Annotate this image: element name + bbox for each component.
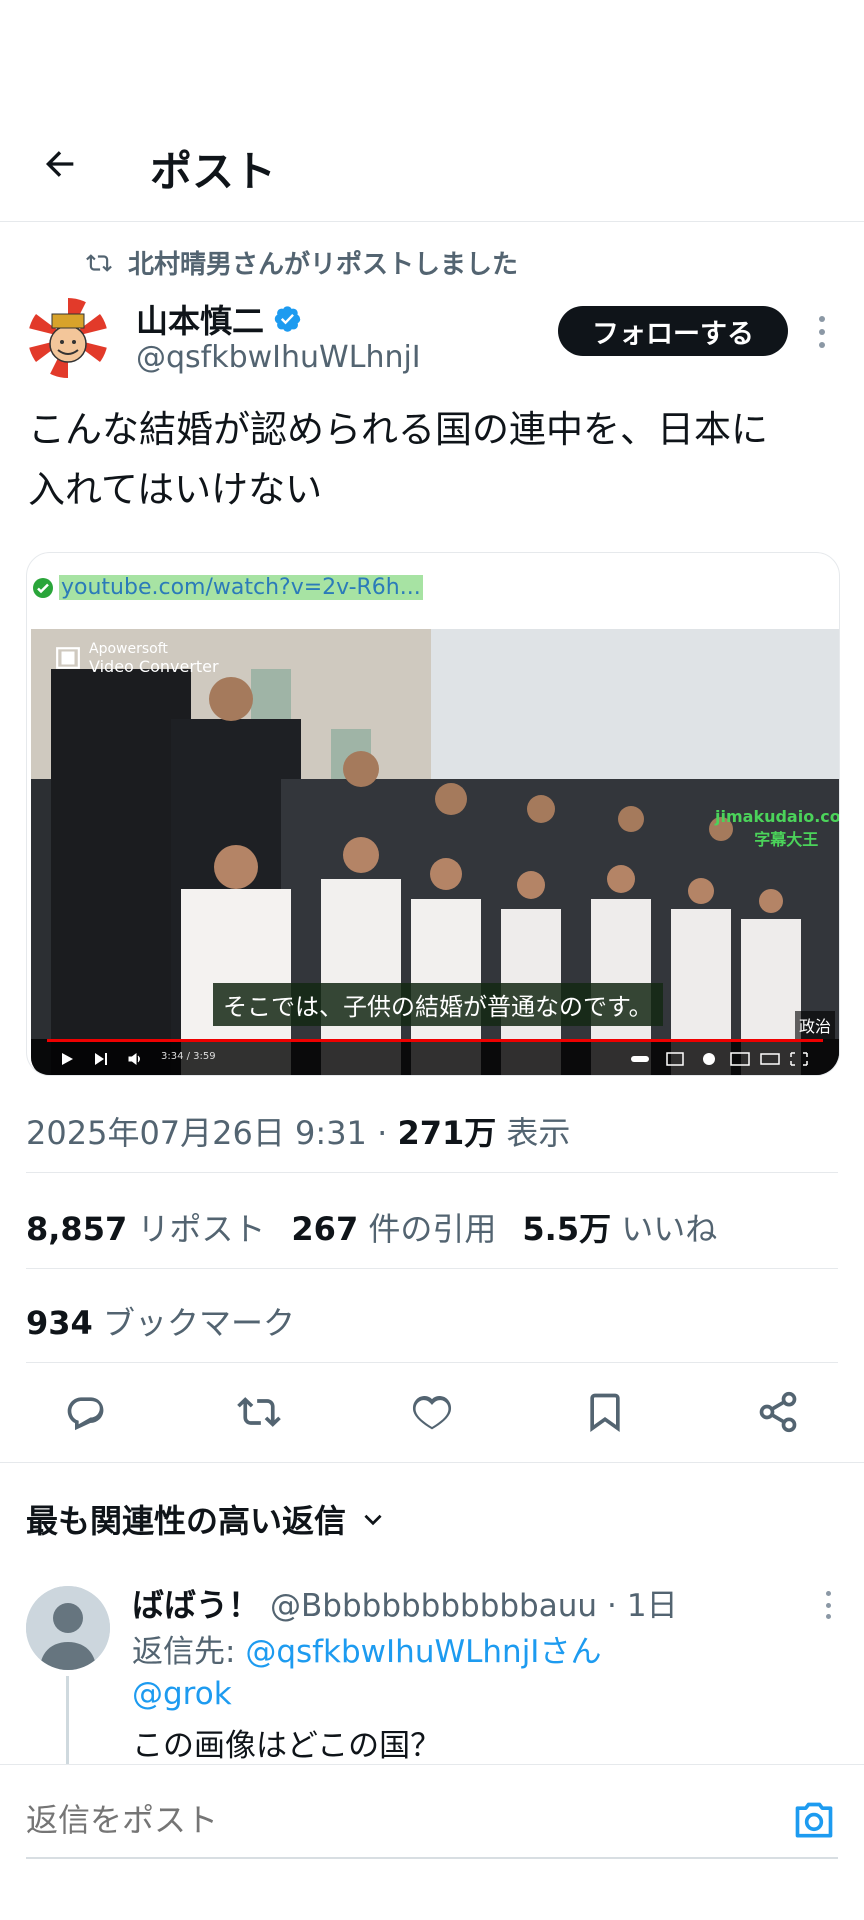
author-handle[interactable]: @qsfkbwIhuWLhnjI: [136, 340, 421, 375]
section-divider: [0, 1462, 864, 1463]
likes-stat[interactable]: 5.5万 いいね: [522, 1204, 717, 1250]
author-name[interactable]: 山本慎二: [136, 296, 302, 342]
reply-icon: [67, 1397, 104, 1431]
quotes-stat[interactable]: 267 件の引用: [291, 1204, 496, 1250]
next-icon[interactable]: [93, 1051, 109, 1067]
watermark-product: Video Converter: [89, 657, 219, 676]
avatar-image: [28, 298, 108, 378]
author-name-text: 山本慎二: [136, 302, 265, 340]
views-label: 表示: [506, 1114, 571, 1152]
post-text: こんな結婚が認められる国の連中を、日本に 入れてはいけない: [28, 400, 838, 520]
watermark-site: jimakudaio.com 字幕大王: [715, 807, 839, 850]
divider: [26, 1268, 838, 1269]
camera-icon: [795, 1802, 833, 1838]
bookmarks-count: 934: [26, 1304, 93, 1342]
reply-to-prefix: 返信先:: [132, 1634, 246, 1670]
like-button[interactable]: [408, 1388, 456, 1436]
back-button[interactable]: [36, 140, 84, 188]
share-icon: [759, 1391, 797, 1433]
likes-label: いいね: [621, 1210, 718, 1248]
bookmarks-label: ブックマーク: [102, 1304, 295, 1342]
reposts-label: リポスト: [137, 1210, 266, 1248]
media-card[interactable]: youtube.com/watch?v=2v-R6h... Apowersoft…: [26, 552, 840, 1076]
reply-author-name[interactable]: ばばう！: [132, 1580, 260, 1626]
verified-badge-icon: [274, 306, 301, 332]
meta-separator: ·: [377, 1114, 388, 1152]
play-icon[interactable]: [59, 1051, 75, 1067]
reposts-stat[interactable]: 8,857 リポスト: [26, 1204, 265, 1250]
divider: [26, 1362, 838, 1363]
reply-button[interactable]: [62, 1388, 110, 1436]
reply-sort-dropdown[interactable]: 最も関連性の高い返信: [26, 1496, 386, 1542]
bookmarks-stat[interactable]: 934 ブックマーク: [26, 1298, 295, 1344]
post-text-line-1: こんな結婚が認められる国の連中を、日本に: [28, 408, 768, 451]
volume-icon[interactable]: [127, 1051, 143, 1067]
watermark-brand: Apowersoft: [89, 641, 168, 657]
thread-line: [66, 1676, 69, 1766]
video-thumbnail[interactable]: Apowersoft Video Converter jimakudaio.co…: [31, 629, 839, 1075]
post-meta: 2025年07月26日 9:31 · 271万 表示: [26, 1108, 570, 1154]
video-settings-icons[interactable]: [631, 1051, 811, 1067]
heart-icon: [412, 1396, 452, 1430]
link-row[interactable]: youtube.com/watch?v=2v-R6h...: [31, 575, 423, 600]
repost-indicator[interactable]: 北村晴男さんがリポストしました: [86, 244, 518, 281]
video-progress-bar[interactable]: [47, 1039, 823, 1042]
divider: [26, 1172, 838, 1173]
share-button[interactable]: [754, 1388, 802, 1436]
reply-mention[interactable]: @grok: [132, 1676, 232, 1712]
watermark-site-url: jimakudaio.com: [715, 807, 839, 826]
reply-time[interactable]: 1日: [627, 1580, 678, 1625]
post-text-line-2: 入れてはいけない: [28, 468, 323, 511]
views-count: 271万: [397, 1114, 497, 1152]
top-bar: ポスト: [0, 120, 864, 222]
likes-count: 5.5万: [522, 1210, 612, 1248]
quotes-count: 267: [291, 1210, 359, 1248]
action-bar: [26, 1388, 838, 1442]
composer-underline: [26, 1857, 838, 1859]
video-controls[interactable]: 3:34 / 3:59: [31, 1039, 839, 1075]
repost-icon: [86, 253, 112, 272]
repost-icon: [237, 1397, 281, 1427]
post-datetime[interactable]: 2025年07月26日 9:31: [26, 1114, 367, 1152]
video-tag: 政治: [795, 1011, 836, 1039]
reply-header: ばばう！ @Bbbbbbbbbbbbauu · 1日: [132, 1580, 678, 1626]
watermark-site-name: 字幕大王: [754, 830, 819, 849]
check-circle-icon: [33, 577, 53, 598]
bookmark-button[interactable]: [581, 1388, 629, 1436]
reply-text: この画像はどこの国？: [132, 1728, 442, 1764]
reply-sort-label: 最も関連性の高い返信: [26, 1502, 347, 1540]
reposts-count: 8,857: [26, 1210, 128, 1248]
follow-button[interactable]: フォローする: [558, 306, 788, 356]
quotes-label: 件の引用: [368, 1210, 497, 1248]
more-options-icon[interactable]: [810, 312, 834, 352]
bookmark-icon: [590, 1393, 620, 1432]
link-url[interactable]: youtube.com/watch?v=2v-R6h...: [59, 575, 423, 600]
repost-label: 北村晴男さんがリポストしました: [128, 250, 519, 280]
watermark-converter: Apowersoft Video Converter: [55, 641, 219, 675]
repost-button[interactable]: [235, 1388, 283, 1436]
default-avatar-icon: [26, 1586, 110, 1670]
reply-input[interactable]: [26, 1795, 726, 1845]
camera-button[interactable]: [790, 1797, 838, 1845]
reply-more-options-icon[interactable]: [816, 1588, 840, 1622]
reply-author-handle[interactable]: @Bbbbbbbbbbbbauu: [270, 1588, 597, 1624]
reply-to-line: 返信先: @qsfkbwIhuWLhnjIさん: [132, 1626, 601, 1671]
reply-avatar[interactable]: [26, 1586, 110, 1670]
reply-separator: ·: [607, 1588, 617, 1624]
video-time: 3:34 / 3:59: [161, 1051, 216, 1062]
back-arrow-icon: [46, 151, 74, 177]
chevron-down-icon: [364, 1514, 382, 1526]
page-title: ポスト: [150, 147, 277, 196]
reply-to-handle[interactable]: @qsfkbwIhuWLhnjIさん: [245, 1634, 601, 1670]
film-icon: [56, 647, 80, 669]
engagement-stats: 8,857 リポスト 267 件の引用 5.5万 いいね: [26, 1204, 717, 1250]
reply-composer: [0, 1764, 864, 1920]
author-avatar[interactable]: [28, 298, 108, 378]
video-subtitle: そこでは、子供の結婚が普通なのです。: [213, 983, 663, 1026]
